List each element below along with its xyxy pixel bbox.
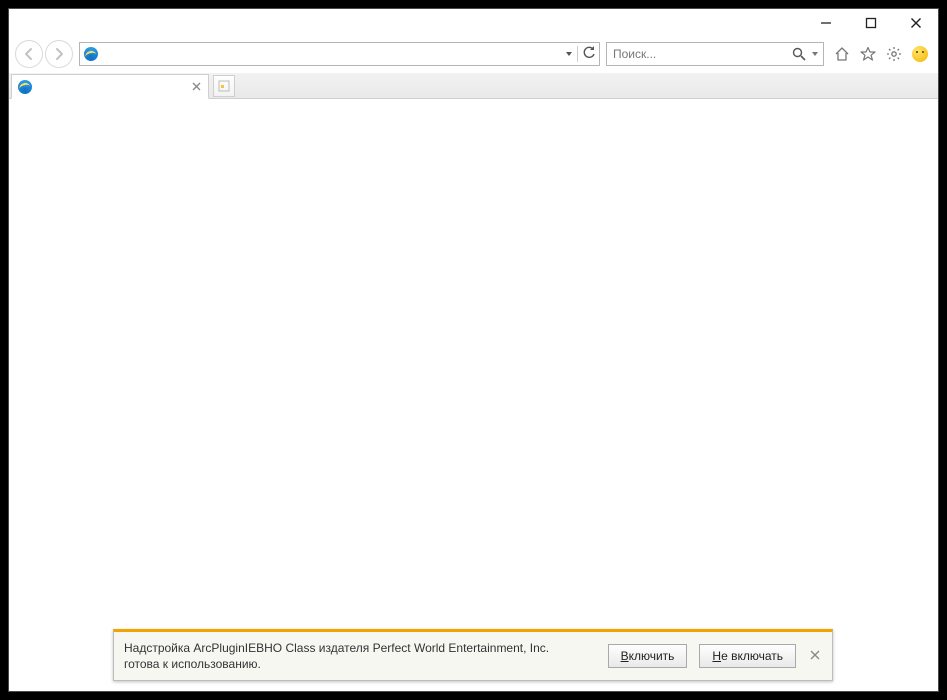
new-tab-button[interactable]: [213, 75, 235, 97]
forward-button[interactable]: [45, 40, 73, 68]
disable-button[interactable]: Не включать: [699, 644, 796, 668]
notification-message: Надстройка ArcPluginIEBHO Class издателя…: [124, 640, 596, 672]
search-dropdown-icon[interactable]: [811, 47, 823, 61]
navigation-toolbar: [9, 39, 938, 73]
browser-tab[interactable]: [11, 74, 209, 99]
addressbar-favicon: [80, 47, 102, 61]
minimize-button[interactable]: [803, 9, 848, 37]
favorites-icon[interactable]: [858, 44, 878, 64]
back-button[interactable]: [15, 40, 43, 68]
tab-close-icon[interactable]: [190, 80, 202, 94]
smiley-icon[interactable]: [910, 44, 930, 64]
titlebar: [9, 9, 938, 39]
search-icon[interactable]: [787, 47, 811, 61]
address-input[interactable]: [102, 43, 565, 65]
notification-bar: Надстройка ArcPluginIEBHO Class издателя…: [113, 629, 833, 681]
dropdown-icon[interactable]: [565, 47, 573, 61]
close-window-button[interactable]: [893, 9, 938, 37]
separator: [577, 46, 578, 62]
page-content: Надстройка ArcPluginIEBHO Class издателя…: [9, 99, 938, 691]
maximize-button[interactable]: [848, 9, 893, 37]
home-icon[interactable]: [832, 44, 852, 64]
search-box[interactable]: [606, 42, 824, 66]
notification-close-icon[interactable]: [808, 649, 822, 663]
gear-icon[interactable]: [884, 44, 904, 64]
address-bar[interactable]: [79, 42, 600, 66]
ie-window: Надстройка ArcPluginIEBHO Class издателя…: [8, 8, 939, 692]
search-input[interactable]: [607, 43, 787, 65]
tab-favicon: [18, 80, 32, 94]
toolbar-right-icons: [832, 44, 932, 64]
addressbar-tools: [565, 46, 599, 63]
tab-strip: [9, 73, 938, 99]
enable-button[interactable]: Включить: [608, 644, 688, 668]
refresh-icon[interactable]: [582, 46, 596, 63]
